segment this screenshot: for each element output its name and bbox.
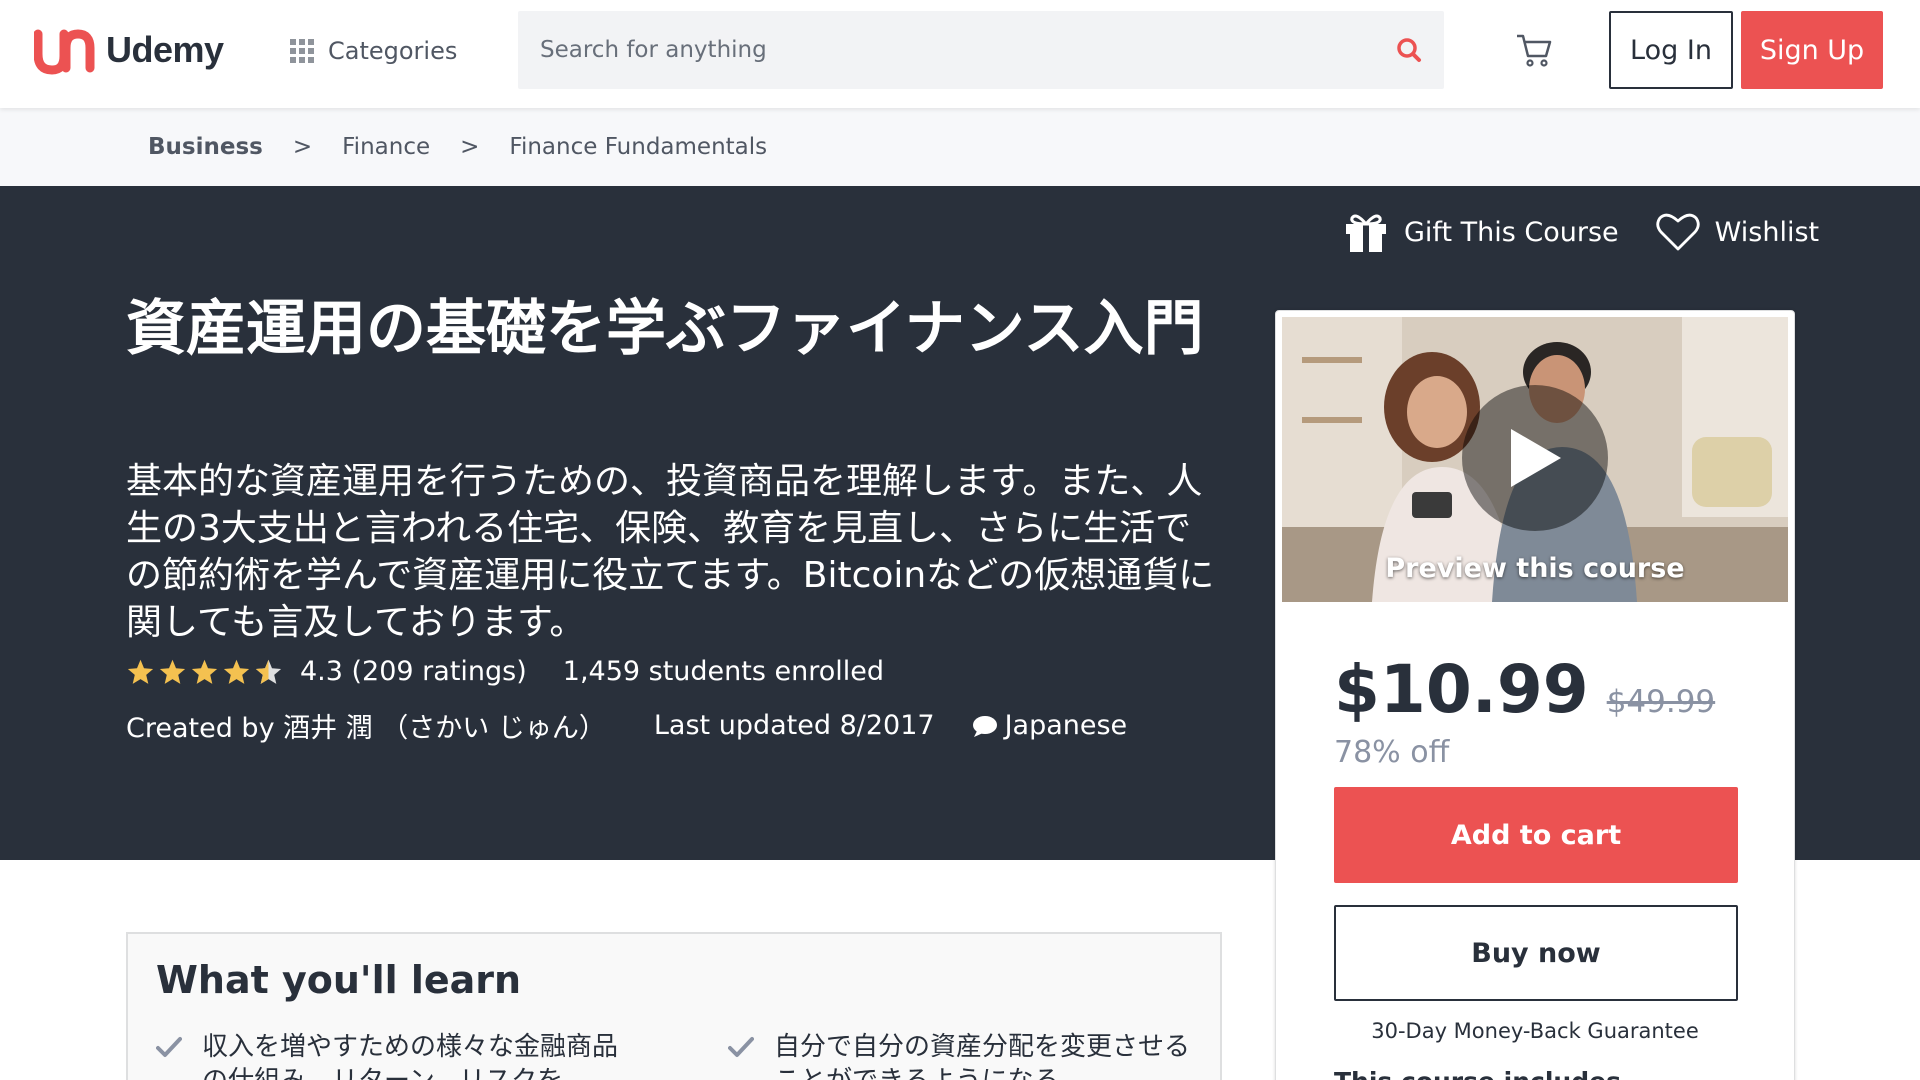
cart-button[interactable] [1514,30,1554,70]
play-icon [1511,429,1561,487]
breadcrumb-business[interactable]: Business [148,134,263,160]
learn-item-text: 自分で自分の資産分配を変更させることができるようになる [774,1032,1191,1080]
categories-label: Categories [328,37,458,65]
discount-label: 78% off [1334,735,1450,770]
course-preview[interactable]: Preview this course [1282,317,1788,602]
gift-label: Gift This Course [1404,216,1619,248]
breadcrumb-finance-fundamentals[interactable]: Finance Fundamentals [509,134,767,160]
speech-bubble-icon [972,715,997,737]
search-icon [1397,38,1421,62]
search-bar [518,11,1444,89]
learn-title: What you'll learn [156,958,522,1002]
categories-menu[interactable]: Categories [290,34,457,68]
language-label: Japanese [1004,710,1128,741]
star-icon [127,659,154,684]
half-star-icon [255,659,282,684]
what-youll-learn: What you'll learn 収入を増やすための様々な金融商品の仕組み、リ… [126,932,1222,1080]
learn-item-text: 収入を増やすための様々な金融商品の仕組み、リターン、リスクを [202,1032,619,1080]
language: Japanese [971,710,1128,741]
wishlist-button[interactable]: Wishlist [1655,211,1819,253]
logo-text: Udemy [106,29,224,70]
search-button[interactable] [1374,11,1444,89]
search-input[interactable] [518,11,1374,89]
breadcrumb-separator: > [292,134,313,160]
course-subtitle: 基本的な資産運用を行うための、投資商品を理解します。また、人生の3大支出と言われ… [126,461,1215,643]
gift-icon [1346,214,1386,252]
login-button[interactable]: Log In [1609,11,1733,89]
star-icon [191,659,218,684]
original-price: $49.99 [1606,684,1716,720]
hero-actions: Gift This Course Wishlist [1342,210,1819,254]
heart-icon [1656,213,1700,251]
add-to-cart-button[interactable]: Add to cart [1334,787,1738,883]
learn-item: 自分で自分の資産分配を変更させることができるようになる [728,1030,1198,1080]
instructor[interactable]: Created by 酒井 潤 （さかい じゅん） [126,706,606,745]
play-button[interactable] [1462,385,1608,531]
preview-label: Preview this course [1385,553,1685,584]
enrolled-count: 1,459 students enrolled [562,656,885,687]
breadcrumb-separator: > [460,134,480,160]
wishlist-label: Wishlist [1714,216,1820,248]
signup-button[interactable]: Sign Up [1741,11,1883,89]
money-back-guarantee: 30-Day Money-Back Guarantee [1371,1019,1699,1043]
course-title: 資産運用の基礎を学ぶファイナンス入門 [126,294,1204,364]
check-icon [156,1037,182,1057]
star-icon [223,659,250,684]
rating-row: 4.3 (209 ratings) 1,459 students enrolle… [126,656,884,687]
buy-now-button[interactable]: Buy now [1334,905,1738,1001]
last-updated: Last updated 8/2017 [653,710,935,741]
course-meta: Created by 酒井 潤 （さかい じゅん） Last updated 8… [126,706,1127,745]
course-includes-heading: This course includes [1334,1067,1621,1080]
learn-item: 収入を増やすための様々な金融商品の仕組み、リターン、リスクを [156,1030,636,1080]
grid-icon [290,39,314,63]
gift-course-button[interactable]: Gift This Course [1342,210,1619,254]
purchase-card: Preview this course $10.99 $49.99 78% of… [1275,310,1795,1080]
current-price: $10.99 [1334,651,1589,728]
rating-text: 4.3 (209 ratings) [300,656,527,687]
top-header: Udemy Categories Log In Sign Up [0,0,1920,108]
rating-stars [126,658,286,686]
check-icon [728,1037,754,1057]
price-row: $10.99 $49.99 [1334,651,1715,728]
breadcrumb-finance[interactable]: Finance [342,134,430,160]
breadcrumb: Business > Finance > Finance Fundamental… [0,108,1920,186]
star-icon [159,659,186,684]
cart-icon [1517,34,1552,67]
udemy-logo-icon [34,29,95,75]
udemy-logo[interactable]: Udemy [34,22,224,78]
